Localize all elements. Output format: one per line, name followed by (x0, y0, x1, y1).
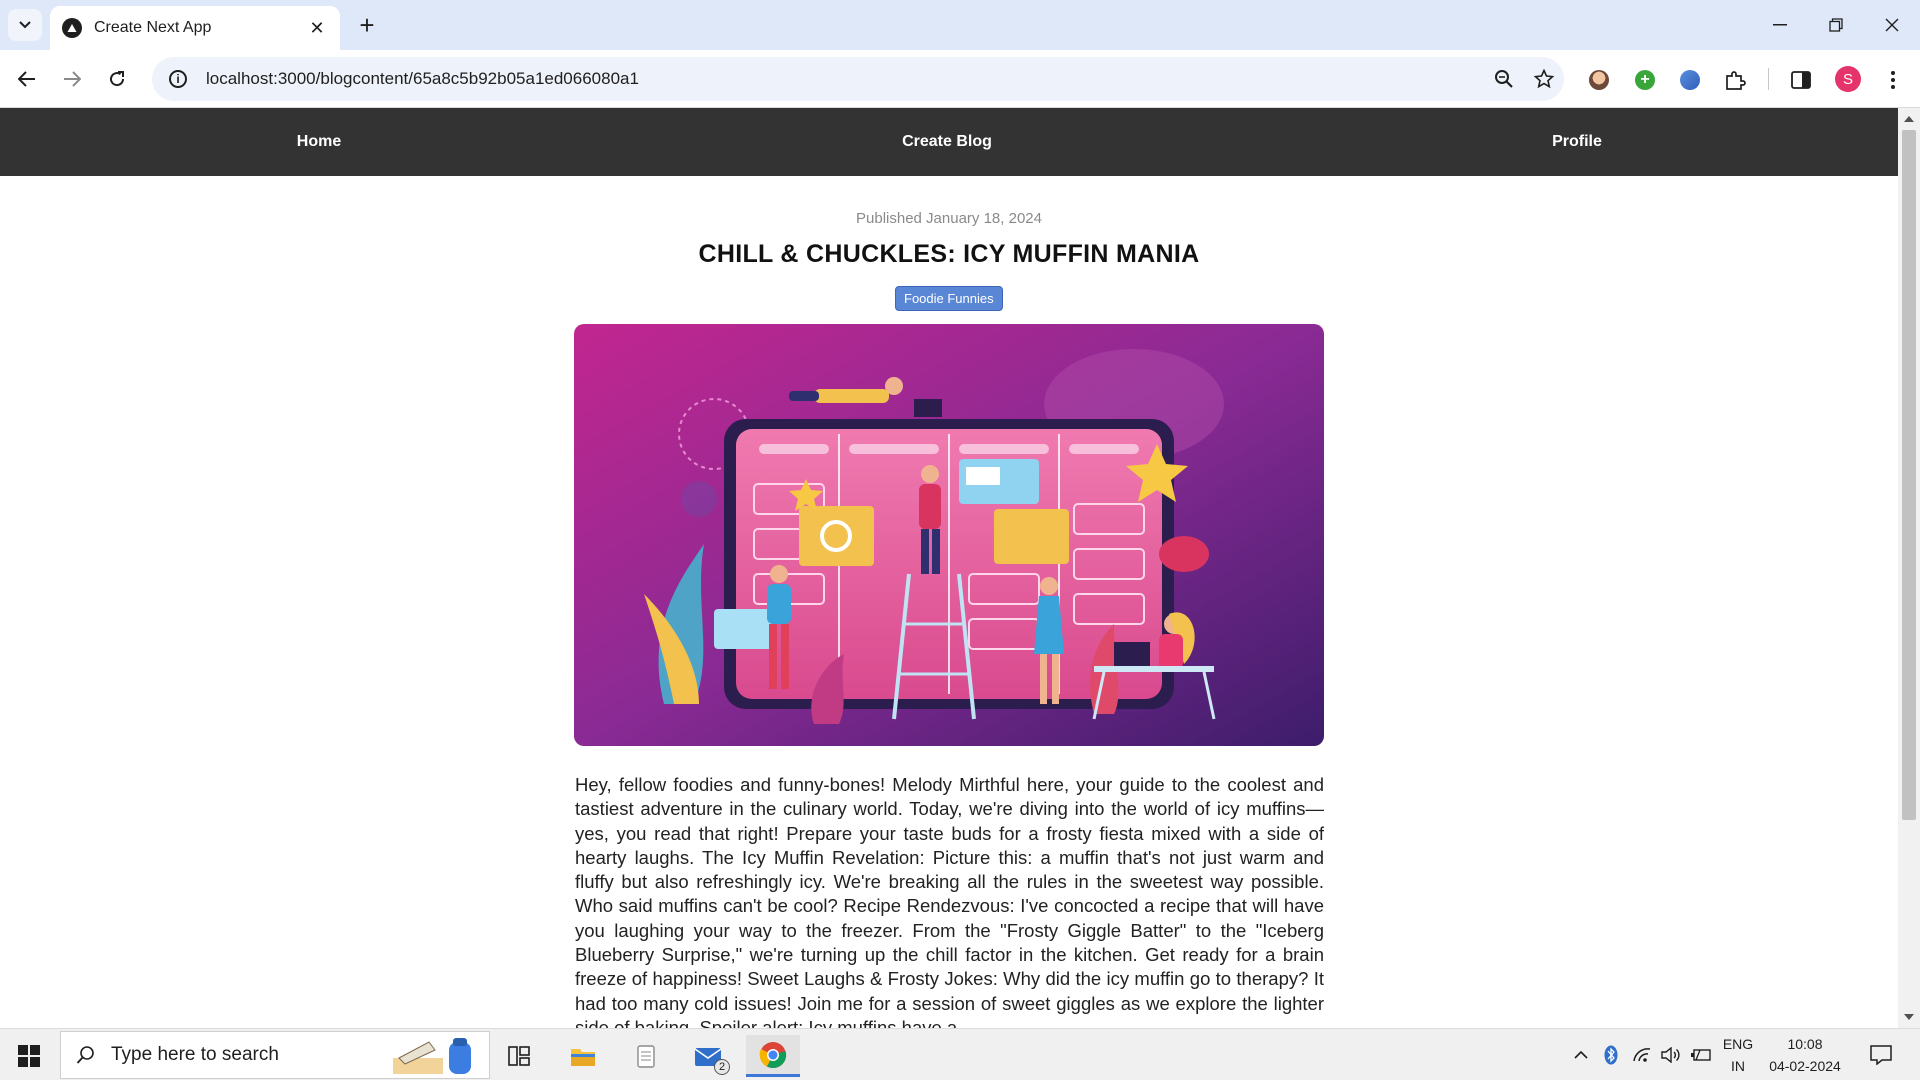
zoom-magnifier-icon[interactable] (1484, 69, 1524, 89)
tab-title: Create Next App (94, 19, 212, 36)
address-bar[interactable]: i localhost:3000/blogcontent/65a8c5b92b0… (152, 57, 1564, 101)
post-hero-image (574, 324, 1324, 746)
extension-moon-icon[interactable] (1677, 67, 1703, 93)
post-body: Hey, fellow foodies and funny-bones! Mel… (575, 774, 1324, 1028)
tab-close-icon[interactable]: ✕ (306, 18, 328, 39)
blog-article: Published January 18, 2024 CHILL & CHUCK… (0, 176, 1898, 1028)
tab-search-chevron-icon[interactable] (8, 9, 42, 41)
clock[interactable]: 10:08 04-02-2024 (1762, 1029, 1848, 1080)
mail-badge: 2 (714, 1059, 730, 1075)
search-highlight-illustration (393, 1038, 471, 1074)
language-indicator[interactable]: ENG IN (1716, 1029, 1760, 1080)
browser-tab-strip: Create Next App ✕ + (0, 0, 1920, 50)
notepad-icon[interactable] (621, 1035, 671, 1077)
nextjs-favicon-icon (62, 18, 82, 38)
nav-profile-link[interactable]: Profile (1477, 108, 1677, 176)
post-title: CHILL & CHUCKLES: ICY MUFFIN MANIA (698, 240, 1200, 268)
scroll-down-arrow-icon[interactable] (1904, 1014, 1914, 1020)
clock-date: 04-02-2024 (1769, 1058, 1841, 1074)
extension-face-icon[interactable] (1586, 67, 1612, 93)
toolbar-divider (1768, 68, 1769, 90)
mail-icon[interactable]: 2 (684, 1035, 734, 1077)
taskbar-search-box[interactable]: Type here to search (60, 1031, 490, 1079)
search-placeholder: Type here to search (111, 1044, 279, 1065)
new-tab-plus-icon[interactable]: + (352, 10, 382, 40)
profile-avatar[interactable]: S (1835, 66, 1861, 92)
published-date: Published January 18, 2024 (856, 210, 1042, 227)
show-hidden-icons-chevron[interactable] (1570, 1029, 1592, 1080)
region-code: IN (1731, 1058, 1745, 1074)
chrome-taskbar-icon[interactable] (746, 1035, 800, 1077)
minimize-icon[interactable] (1752, 0, 1808, 50)
windows-start-icon[interactable] (18, 1045, 40, 1067)
language-code: ENG (1722, 1036, 1754, 1052)
side-panel-icon[interactable] (1788, 67, 1814, 93)
notifications-icon[interactable] (1866, 1029, 1896, 1080)
bluetooth-icon[interactable] (1600, 1029, 1622, 1080)
battery-icon[interactable] (1689, 1029, 1713, 1080)
bookmark-star-icon[interactable] (1524, 69, 1564, 89)
reload-icon[interactable] (100, 62, 134, 96)
scroll-thumb[interactable] (1902, 130, 1916, 820)
file-explorer-icon[interactable] (558, 1035, 608, 1077)
windows-taskbar: Type here to search 2 ENG IN 10:08 04-02… (0, 1028, 1920, 1080)
page-scrollbar[interactable] (1898, 108, 1920, 1028)
window-controls (1752, 0, 1920, 50)
browser-tab-active[interactable]: Create Next App ✕ (50, 6, 340, 50)
wifi-icon[interactable] (1630, 1029, 1654, 1080)
category-badge[interactable]: Foodie Funnies (895, 286, 1003, 311)
address-url[interactable]: localhost:3000/blogcontent/65a8c5b92b05a… (206, 69, 1484, 89)
nav-home-link[interactable]: Home (219, 108, 419, 176)
extension-plus-icon[interactable]: + (1632, 67, 1658, 93)
site-info-icon[interactable]: i (158, 70, 198, 88)
extensions-puzzle-icon[interactable] (1722, 67, 1748, 93)
volume-icon[interactable] (1659, 1029, 1683, 1080)
scroll-up-arrow-icon[interactable] (1904, 116, 1914, 122)
search-icon (61, 1045, 111, 1065)
clock-time: 10:08 (1787, 1036, 1823, 1052)
forward-arrow-icon[interactable] (55, 62, 89, 96)
restore-icon[interactable] (1808, 0, 1864, 50)
app-navbar: Home Create Blog Profile (0, 108, 1898, 176)
browser-toolbar: i localhost:3000/blogcontent/65a8c5b92b0… (0, 50, 1920, 108)
back-arrow-icon[interactable] (10, 62, 44, 96)
task-view-icon[interactable] (494, 1035, 544, 1077)
browser-menu-icon[interactable] (1880, 67, 1906, 93)
nav-create-blog-link[interactable]: Create Blog (847, 108, 1047, 176)
window-close-icon[interactable] (1864, 0, 1920, 50)
